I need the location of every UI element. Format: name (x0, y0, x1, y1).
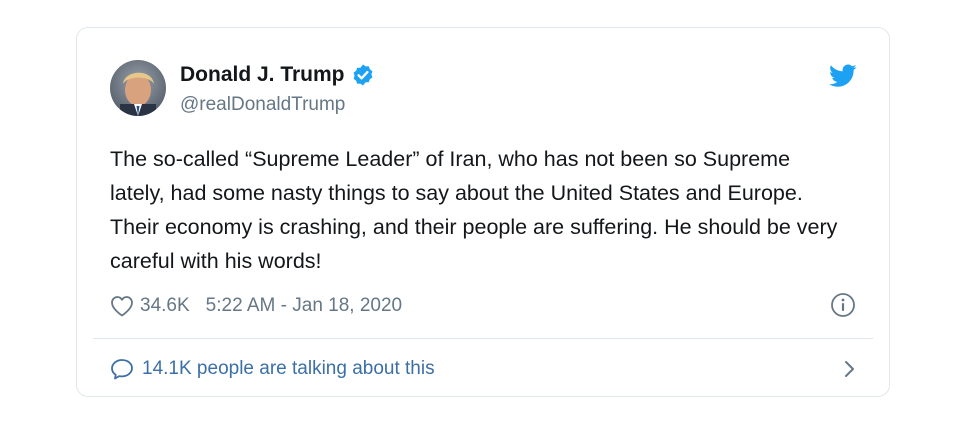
divider (93, 338, 873, 339)
verified-badge-icon (353, 64, 372, 86)
tweet-card[interactable]: Donald J. Trump @realDonaldTrump The so-… (76, 27, 890, 397)
author-name-row[interactable]: Donald J. Trump (180, 61, 375, 89)
like-count[interactable]: 34.6K (140, 295, 190, 317)
conversation-label[interactable]: 14.1K people are talking about this (142, 358, 435, 380)
conversation-link[interactable]: 14.1K people are talking about this (110, 354, 856, 384)
tweet-timestamp[interactable]: 5:22 AM - Jan 18, 2020 (206, 295, 402, 317)
tweet-meta-row: 34.6K 5:22 AM - Jan 18, 2020 (110, 290, 402, 322)
display-name[interactable]: Donald J. Trump (180, 61, 345, 89)
heart-icon[interactable] (110, 295, 134, 317)
info-icon[interactable] (830, 292, 856, 318)
tweet-text: The so-called “Supreme Leader” of Iran, … (110, 147, 838, 273)
avatar[interactable] (110, 60, 166, 116)
chevron-right-icon[interactable] (842, 360, 856, 378)
author-handle[interactable]: @realDonaldTrump (180, 92, 345, 118)
twitter-bird-icon[interactable] (829, 64, 857, 88)
speech-bubble-icon (111, 359, 133, 380)
